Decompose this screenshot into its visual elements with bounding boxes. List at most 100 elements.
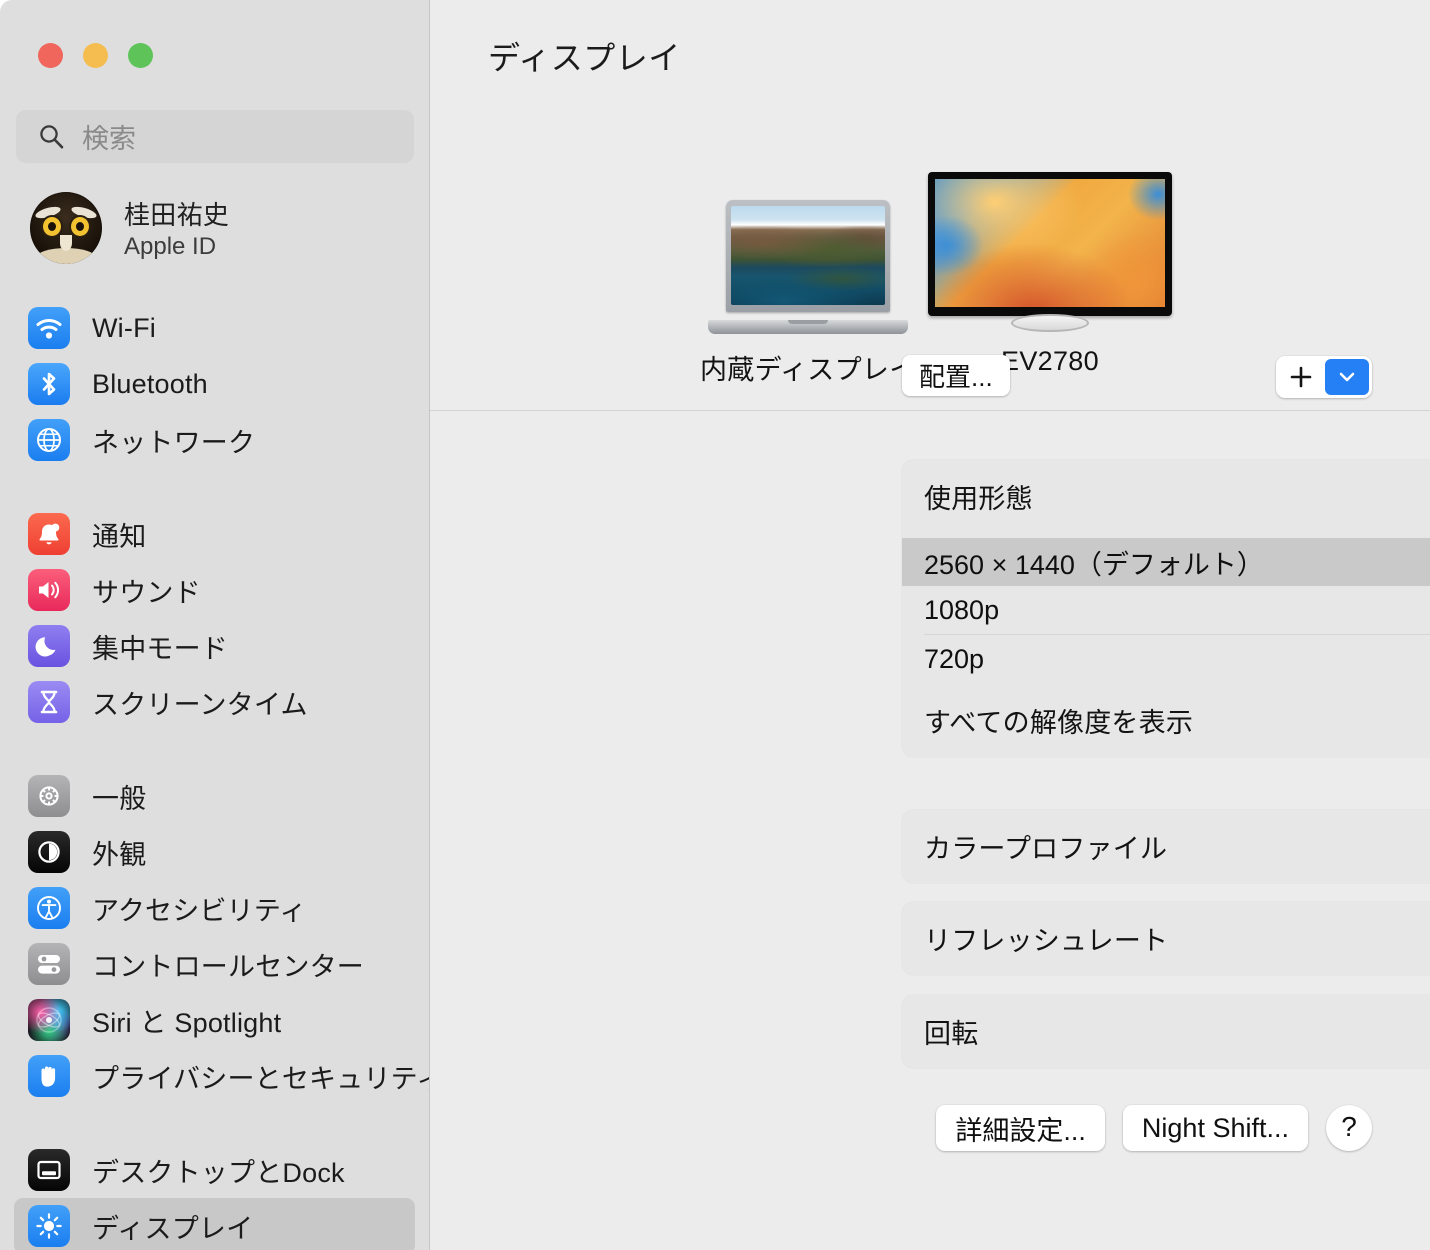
sidebar-item-displays[interactable]: ディスプレイ xyxy=(14,1198,415,1250)
sidebar-item-label: スクリーンタイム xyxy=(92,689,308,720)
footer-buttons: 詳細設定... Night Shift... ? xyxy=(936,1105,1372,1151)
show-all-resolutions-label: すべての解像度を表示 xyxy=(924,707,1194,738)
sidebar-item-label: アクセシビリティ xyxy=(92,895,307,926)
hourglass-icon xyxy=(28,681,70,723)
rotation-card: 回転 標準 xyxy=(902,995,1430,1068)
window-controls xyxy=(38,43,153,68)
sidebar-item-label: デスクトップとDock xyxy=(92,1157,345,1188)
sidebar-divider xyxy=(0,1104,429,1142)
sidebar-item-label: プライバシーとセキュリティ xyxy=(92,1063,430,1094)
color-profile-label: カラープロファイル xyxy=(924,834,1168,864)
wifi-icon xyxy=(28,307,70,349)
sidebar-group-alerts: 通知 サウンド 集中モード スクリーンタイム xyxy=(0,506,429,730)
sidebar-divider xyxy=(0,730,429,768)
sidebar-item-desktop-dock[interactable]: デスクトップとDock xyxy=(14,1142,415,1198)
display-name: EV2780 xyxy=(1001,346,1099,376)
refresh-rate-row[interactable]: リフレッシュレート 59.88ヘルツ xyxy=(902,902,1430,975)
plus-icon xyxy=(1290,366,1312,388)
sidebar-item-network[interactable]: ネットワーク xyxy=(14,412,415,468)
system-settings-window: 検索 桂田祐史 Apple ID Wi-Fi Bluetooth ネットワーク … xyxy=(0,0,1430,1250)
refresh-rate-card: リフレッシュレート 59.88ヘルツ xyxy=(902,902,1430,975)
sidebar-item-label: 通知 xyxy=(92,521,147,552)
sidebar-item-label: コントロールセンター xyxy=(92,951,364,982)
sidebar-item-screentime[interactable]: スクリーンタイム xyxy=(14,674,415,730)
rotation-label: 回転 xyxy=(924,1019,979,1049)
show-all-resolutions-row: すべての解像度を表示 xyxy=(902,683,1430,757)
night-shift-button[interactable]: Night Shift... xyxy=(1122,1105,1308,1151)
apple-id-account-row[interactable]: 桂田祐史 Apple ID xyxy=(30,192,229,264)
sidebar-item-label: ディスプレイ xyxy=(92,1213,254,1244)
sidebar-item-label: ネットワーク xyxy=(92,427,256,458)
sidebar-item-appearance[interactable]: 外観 xyxy=(14,824,415,880)
sidebar-item-label: Siri と Spotlight xyxy=(92,1007,282,1038)
avatar xyxy=(30,192,102,264)
sidebar-group-system: 一般 外観 アクセシビリティ コントロールセンター Siri と Spotlig… xyxy=(0,768,429,1104)
display-name: 内蔵ディスプレイ xyxy=(700,355,917,385)
color-profile-row[interactable]: カラープロファイル EV2780 xyxy=(902,810,1430,883)
search-icon xyxy=(38,123,65,150)
display-brightness-icon xyxy=(28,1205,70,1247)
usage-row[interactable]: 使用形態 xyxy=(902,460,1430,533)
sidebar-item-focus[interactable]: 集中モード xyxy=(14,618,415,674)
network-globe-icon xyxy=(28,419,70,461)
laptop-icon xyxy=(708,200,909,334)
sidebar-item-bluetooth[interactable]: Bluetooth xyxy=(14,356,415,412)
sidebar-item-control-center[interactable]: コントロールセンター xyxy=(14,936,415,992)
sidebar-item-label: Bluetooth xyxy=(92,368,208,399)
resolution-option[interactable]: 720p xyxy=(902,635,1430,683)
usage-card: 使用形態 2560 × 1440（デフォルト） 1080p 720p すべての解… xyxy=(902,460,1430,757)
close-button[interactable] xyxy=(38,43,63,68)
sidebar-divider xyxy=(0,468,429,506)
sidebar-nav: Wi-Fi Bluetooth ネットワーク 通知 サウンド 集中モード スクリ… xyxy=(0,300,429,1250)
resolution-option[interactable]: 2560 × 1440（デフォルト） xyxy=(902,538,1430,586)
rotation-row[interactable]: 回転 標準 xyxy=(902,995,1430,1068)
control-center-icon xyxy=(28,943,70,985)
sidebar-item-label: Wi-Fi xyxy=(92,312,156,343)
page-title: ディスプレイ xyxy=(488,40,681,76)
account-name: 桂田祐史 xyxy=(124,200,230,230)
add-display-button[interactable] xyxy=(1279,359,1323,395)
main-content: ディスプレイ 内蔵ディスプレイ EV2780 配置... 使用形態 2560 ×… xyxy=(430,0,1430,1250)
search-placeholder: 検索 xyxy=(82,124,136,154)
add-display-control xyxy=(1276,356,1372,398)
search-field[interactable]: 検索 xyxy=(16,110,414,163)
sidebar-item-notifications[interactable]: 通知 xyxy=(14,506,415,562)
resolution-option[interactable]: 1080p xyxy=(902,586,1430,634)
sidebar-item-general[interactable]: 一般 xyxy=(14,768,415,824)
chevron-down-icon xyxy=(1339,372,1355,382)
moon-icon xyxy=(28,625,70,667)
sidebar: 検索 桂田祐史 Apple ID Wi-Fi Bluetooth ネットワーク … xyxy=(0,0,430,1250)
speaker-icon xyxy=(28,569,70,611)
usage-label: 使用形態 xyxy=(924,484,1033,514)
sidebar-item-siri-spotlight[interactable]: Siri と Spotlight xyxy=(14,992,415,1048)
resolution-list: 2560 × 1440（デフォルト） 1080p 720p xyxy=(902,533,1430,683)
sidebar-group-network: Wi-Fi Bluetooth ネットワーク xyxy=(0,300,429,468)
display-thumbnail-ev2780[interactable]: EV2780 xyxy=(928,172,1172,377)
arrange-displays-button[interactable]: 配置... xyxy=(902,355,1010,396)
display-mode-dropdown-button[interactable] xyxy=(1325,359,1369,395)
siri-icon xyxy=(28,999,70,1041)
accessibility-icon xyxy=(28,887,70,929)
help-button[interactable]: ? xyxy=(1326,1105,1372,1151)
minimize-button[interactable] xyxy=(83,43,108,68)
bell-icon xyxy=(28,513,70,555)
advanced-settings-button[interactable]: 詳細設定... xyxy=(936,1105,1105,1151)
sidebar-item-label: 一般 xyxy=(92,783,147,814)
display-thumbnail-builtin[interactable]: 内蔵ディスプレイ xyxy=(700,200,917,387)
sidebar-item-sound[interactable]: サウンド xyxy=(14,562,415,618)
sidebar-item-privacy-security[interactable]: プライバシーとセキュリティ xyxy=(14,1048,429,1104)
monitor-icon xyxy=(928,172,1172,332)
appearance-icon xyxy=(28,831,70,873)
account-subtitle: Apple ID xyxy=(124,233,217,260)
hand-privacy-icon xyxy=(28,1055,70,1097)
sidebar-item-label: 外観 xyxy=(92,839,147,870)
refresh-rate-label: リフレッシュレート xyxy=(924,926,1169,956)
sidebar-item-accessibility[interactable]: アクセシビリティ xyxy=(14,880,415,936)
gear-icon xyxy=(28,775,70,817)
color-profile-card: カラープロファイル EV2780 xyxy=(902,810,1430,883)
zoom-button[interactable] xyxy=(128,43,153,68)
sidebar-item-label: サウンド xyxy=(92,577,201,608)
sidebar-item-label: 集中モード xyxy=(92,633,228,664)
sidebar-item-wifi[interactable]: Wi-Fi xyxy=(14,300,415,356)
bluetooth-icon xyxy=(28,363,70,405)
